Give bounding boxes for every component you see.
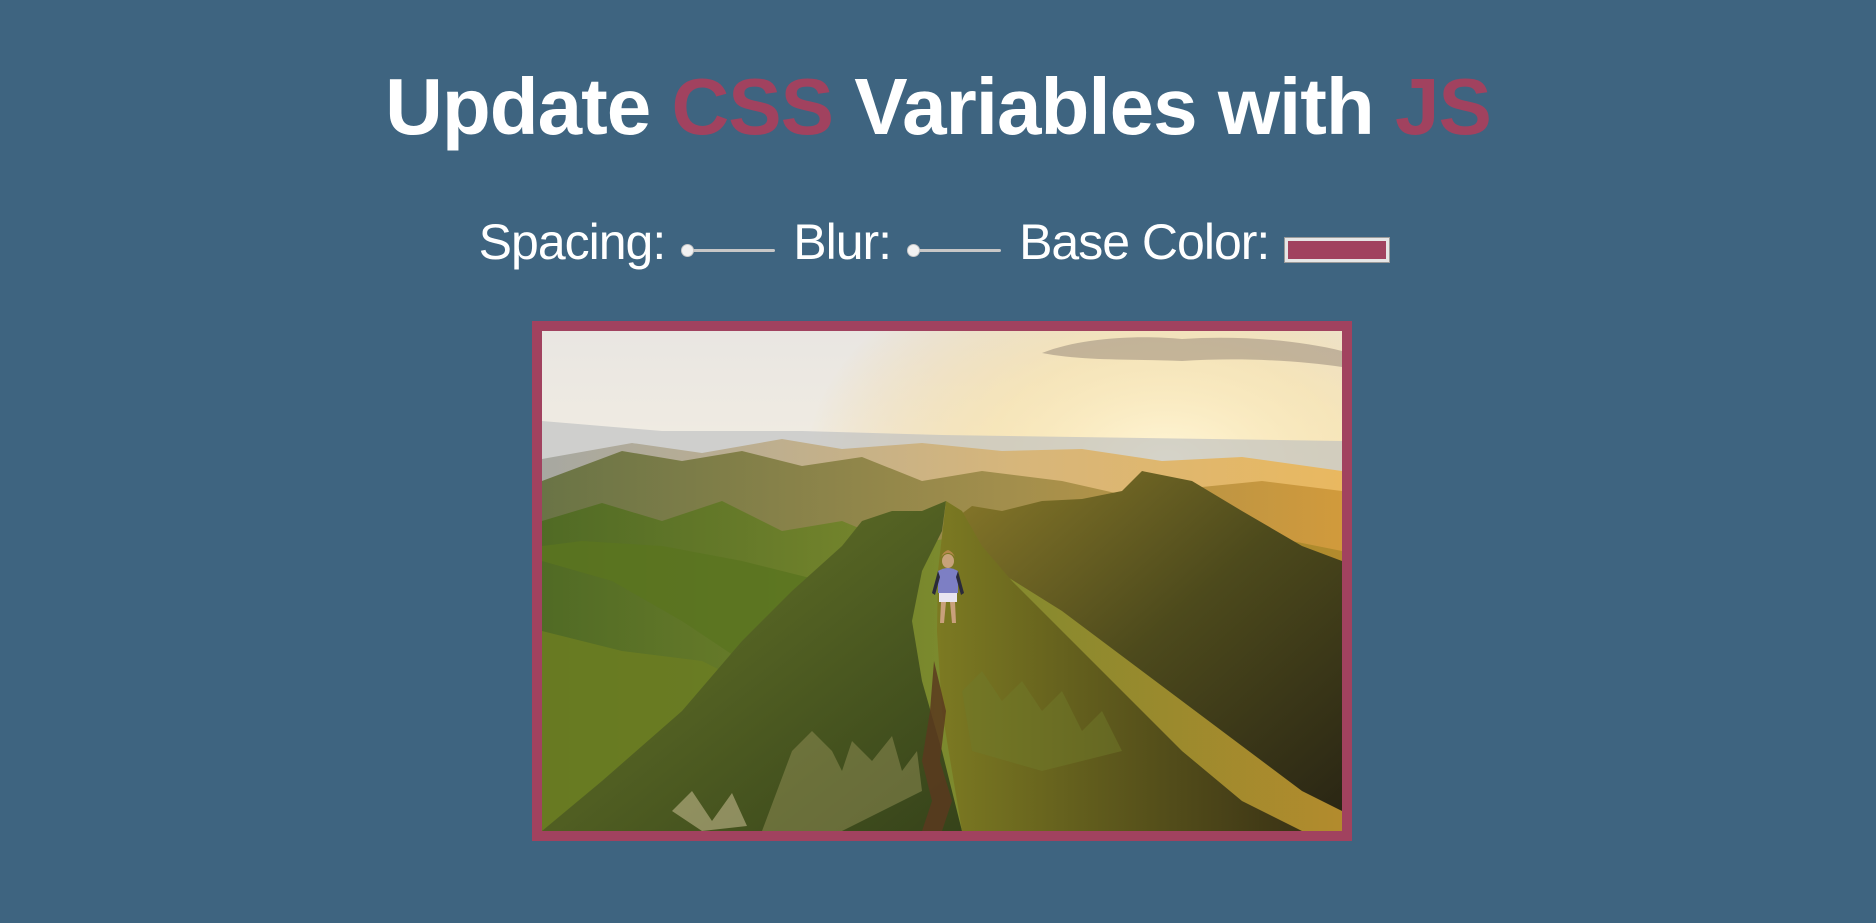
base-color-label: Base Color: — [1019, 214, 1270, 270]
page-title: Update CSS Variables with JS — [0, 62, 1876, 152]
mountain-hiker-image — [542, 331, 1342, 831]
title-highlight-css: CSS — [671, 62, 833, 151]
title-text-variables-with: Variables with — [854, 62, 1375, 151]
spacing-slider[interactable] — [681, 240, 777, 260]
title-highlight-js: JS — [1395, 62, 1492, 151]
blur-label: Blur: — [793, 214, 892, 270]
blur-slider-thumb[interactable] — [907, 244, 921, 257]
image-frame — [532, 321, 1352, 841]
spacing-slider-thumb[interactable] — [681, 244, 695, 257]
base-color-picker[interactable] — [1284, 237, 1391, 263]
controls-bar: Spacing: Blur: Base Color: — [0, 210, 1872, 274]
blur-slider-track[interactable] — [915, 249, 1002, 252]
spacing-label: Spacing: — [478, 214, 667, 270]
title-text-update: Update — [385, 62, 651, 151]
spacing-slider-track[interactable] — [689, 249, 776, 252]
blur-slider[interactable] — [907, 240, 1003, 260]
